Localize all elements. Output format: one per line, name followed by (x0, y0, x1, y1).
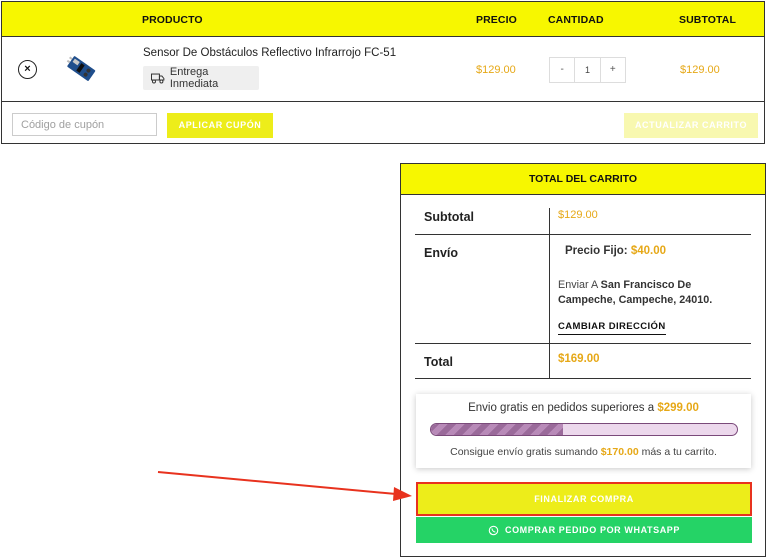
annotation-arrow (157, 471, 412, 501)
